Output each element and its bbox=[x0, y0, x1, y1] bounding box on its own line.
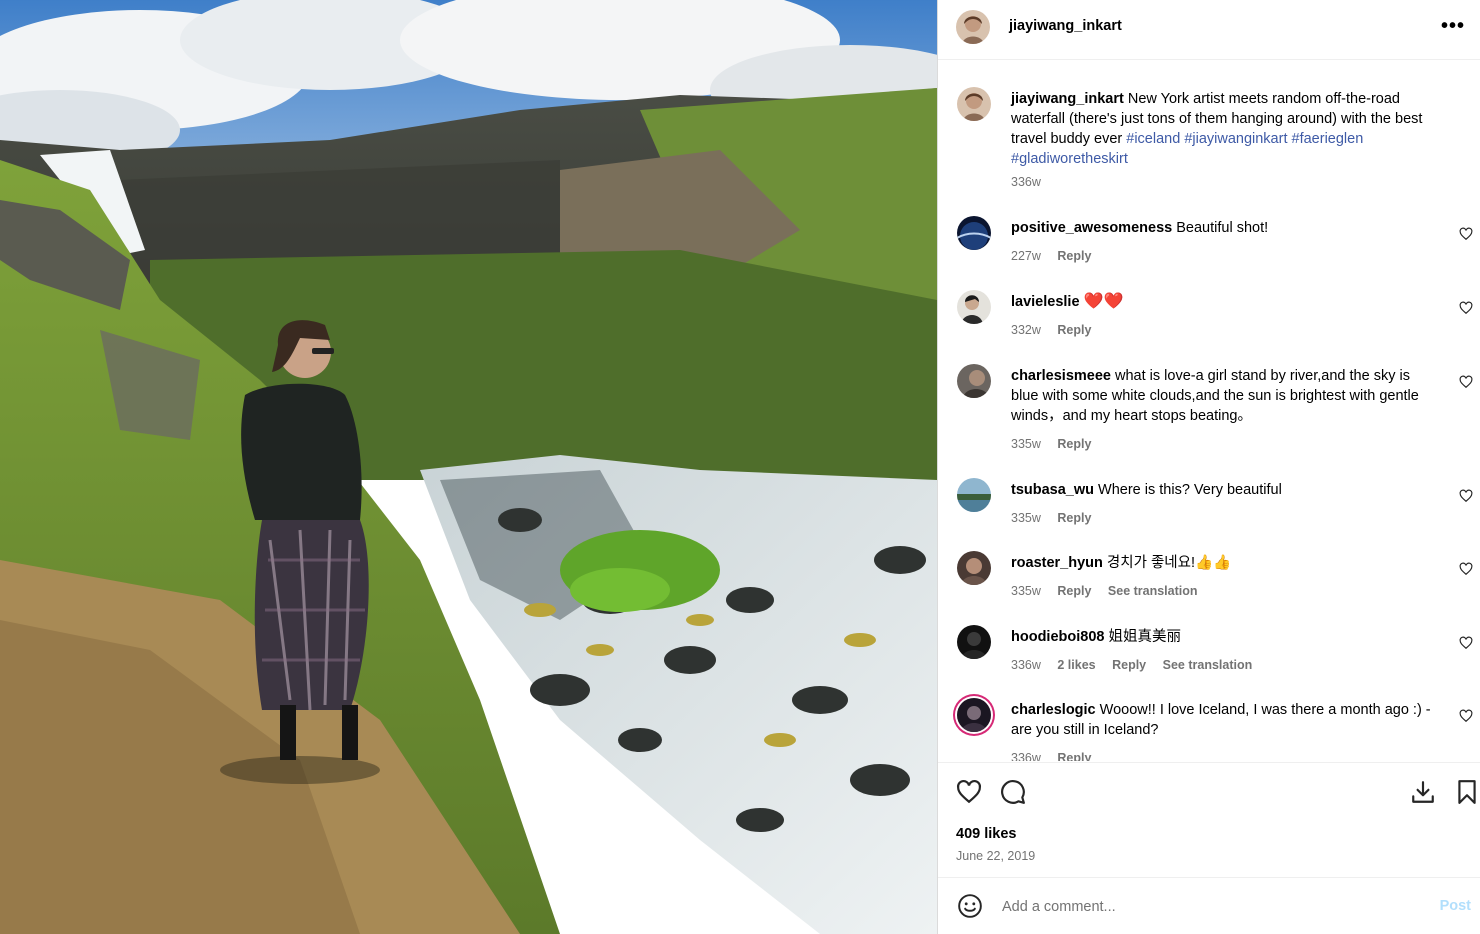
commenter-avatar[interactable] bbox=[957, 625, 991, 659]
comment-text: Where is this? Very beautiful bbox=[1098, 482, 1282, 498]
heart-icon[interactable] bbox=[1459, 562, 1473, 576]
reply-button[interactable]: Reply bbox=[1057, 584, 1091, 598]
comment-text: Beautiful shot! bbox=[1176, 220, 1269, 236]
post-header: jiayiwang_inkart ••• bbox=[938, 0, 1480, 60]
comment-icon[interactable] bbox=[1000, 779, 1026, 805]
comment-body: charlesismeee what is love-a girl stand … bbox=[1011, 366, 1441, 426]
comment-timestamp[interactable]: 335w bbox=[1011, 584, 1041, 598]
see-translation-button[interactable]: See translation bbox=[1163, 658, 1253, 672]
heart-icon[interactable] bbox=[956, 779, 982, 805]
author-avatar[interactable] bbox=[956, 10, 990, 44]
commenter-avatar[interactable] bbox=[957, 216, 991, 250]
commenter-avatar[interactable] bbox=[957, 364, 991, 398]
commenter-avatar[interactable] bbox=[957, 551, 991, 585]
author-username[interactable]: jiayiwang_inkart bbox=[1009, 18, 1122, 34]
emoji-icon[interactable] bbox=[957, 893, 983, 919]
comment-text: 姐姐真美丽 bbox=[1108, 629, 1182, 645]
comment-meta: 335w Reply See translation bbox=[1011, 584, 1211, 598]
commenter-avatar[interactable] bbox=[957, 478, 991, 512]
caption-username[interactable]: jiayiwang_inkart bbox=[1011, 91, 1124, 107]
hashtag-link[interactable]: #gladiworetheskirt bbox=[1011, 151, 1128, 167]
iceland-landscape-image bbox=[0, 0, 937, 934]
comment-username[interactable]: tsubasa_wu bbox=[1011, 482, 1094, 498]
comment-body: roaster_hyun 경치가 좋네요!👍👍 bbox=[1011, 553, 1441, 573]
post-side-panel: jiayiwang_inkart ••• jiayiwang_inkart Ne… bbox=[937, 0, 1480, 934]
comment-username[interactable]: roaster_hyun bbox=[1011, 555, 1103, 571]
commenter-avatar[interactable] bbox=[957, 698, 991, 732]
comment-meta: 335w Reply bbox=[1011, 511, 1104, 525]
comment-timestamp[interactable]: 336w bbox=[1011, 658, 1041, 672]
see-translation-button[interactable]: See translation bbox=[1108, 584, 1198, 598]
heart-icon[interactable] bbox=[1459, 301, 1473, 315]
comment-meta: 332w Reply bbox=[1011, 323, 1104, 337]
hashtag-link[interactable]: #faerieglen bbox=[1292, 131, 1364, 147]
reply-button[interactable]: Reply bbox=[1057, 323, 1091, 337]
comment-username[interactable]: positive_awesomeness bbox=[1011, 220, 1172, 236]
comment-likes-count[interactable]: 2 likes bbox=[1057, 658, 1095, 672]
comment-timestamp[interactable]: 335w bbox=[1011, 511, 1041, 525]
heart-icon[interactable] bbox=[1459, 709, 1473, 723]
comment-timestamp[interactable]: 332w bbox=[1011, 323, 1041, 337]
caption-body: jiayiwang_inkart New York artist meets r… bbox=[1011, 89, 1456, 169]
comment-timestamp[interactable]: 227w bbox=[1011, 249, 1041, 263]
comment-body: positive_awesomeness Beautiful shot! bbox=[1011, 218, 1441, 238]
comment-meta: 336w 2 likes Reply See translation bbox=[1011, 658, 1265, 672]
comment-text: ❤️❤️ bbox=[1083, 293, 1124, 310]
reply-button[interactable]: Reply bbox=[1057, 751, 1091, 761]
comment-username[interactable]: charleslogic bbox=[1011, 702, 1096, 718]
heart-icon[interactable] bbox=[1459, 375, 1473, 389]
heart-icon[interactable] bbox=[1459, 227, 1473, 241]
comment-body: tsubasa_wu Where is this? Very beautiful bbox=[1011, 480, 1441, 500]
hashtag-link[interactable]: #jiayiwanginkart bbox=[1184, 131, 1287, 147]
comment-timestamp[interactable]: 335w bbox=[1011, 437, 1041, 451]
bookmark-icon[interactable] bbox=[1454, 779, 1480, 805]
download-icon[interactable] bbox=[1410, 779, 1436, 805]
comment-input[interactable] bbox=[1000, 892, 1424, 922]
caption-meta: 336w bbox=[1011, 175, 1054, 189]
caption-timestamp[interactable]: 336w bbox=[1011, 175, 1041, 189]
comment-username[interactable]: hoodieboi808 bbox=[1011, 629, 1104, 645]
post-actions: 409 likes June 22, 2019 bbox=[938, 762, 1480, 877]
comment-meta: 335w Reply bbox=[1011, 437, 1104, 451]
reply-button[interactable]: Reply bbox=[1112, 658, 1146, 672]
comment-meta: 336w Reply bbox=[1011, 751, 1104, 761]
comment-timestamp[interactable]: 336w bbox=[1011, 751, 1041, 761]
comment-meta: 227w Reply bbox=[1011, 249, 1104, 263]
post-photo[interactable] bbox=[0, 0, 937, 934]
more-options-icon[interactable]: ••• bbox=[1439, 15, 1467, 39]
comment-body: charleslogic Wooow!! I love Iceland, I w… bbox=[1011, 700, 1441, 740]
comment-username[interactable]: charlesismeee bbox=[1011, 368, 1111, 384]
heart-icon[interactable] bbox=[1459, 489, 1473, 503]
reply-button[interactable]: Reply bbox=[1057, 437, 1091, 451]
post-date[interactable]: June 22, 2019 bbox=[956, 849, 1035, 863]
hashtag-link[interactable]: #iceland bbox=[1126, 131, 1180, 147]
comment-username[interactable]: lavieleslie bbox=[1011, 294, 1080, 310]
post-comment-button[interactable]: Post bbox=[1440, 898, 1471, 914]
commenter-avatar[interactable] bbox=[957, 290, 991, 324]
comment-text: 경치가 좋네요!👍👍 bbox=[1106, 555, 1232, 571]
likes-count[interactable]: 409 likes bbox=[956, 826, 1016, 842]
comment-composer: Post bbox=[938, 877, 1480, 934]
author-avatar[interactable] bbox=[957, 87, 991, 121]
comments-list[interactable]: jiayiwang_inkart New York artist meets r… bbox=[938, 61, 1480, 761]
reply-button[interactable]: Reply bbox=[1057, 511, 1091, 525]
comment-body: hoodieboi808 姐姐真美丽 bbox=[1011, 627, 1441, 647]
comment-body: lavieleslie ❤️❤️ bbox=[1011, 292, 1441, 312]
reply-button[interactable]: Reply bbox=[1057, 249, 1091, 263]
heart-icon[interactable] bbox=[1459, 636, 1473, 650]
